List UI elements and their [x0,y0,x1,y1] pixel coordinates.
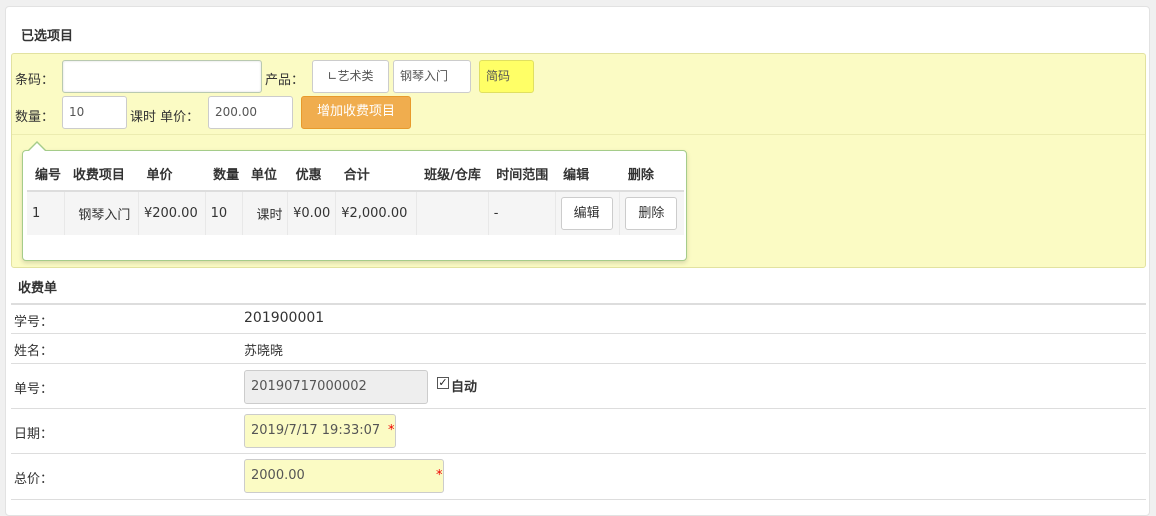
total-row: 总价： 2000.00 * [11,454,1146,500]
col-total: 合计 [335,157,417,192]
col-price: 单价 [138,157,206,192]
name-label: 姓名： [14,344,54,359]
cell-class [415,191,489,235]
col-unit: 单位 [242,157,288,192]
price-input[interactable]: 200.00 [208,96,293,129]
cell-price: ¥200.00 [137,191,206,235]
table-header-row: 编号 收费项目 单价 数量 单位 优惠 合计 班级/仓库 时间范围 编辑 删除 [27,157,684,192]
total-required-mark: * [436,468,443,483]
col-class: 班级/仓库 [416,157,489,192]
quantity-label: 数量： [15,110,55,125]
col-delete: 删除 [619,157,684,192]
col-item: 收费项目 [64,157,139,192]
product-category-select[interactable]: ∟艺术类 [312,60,389,93]
unit-price-label: 课时 单价： [130,110,200,125]
quantity-input[interactable]: 10 [62,96,127,129]
items-popup: 编号 收费项目 单价 数量 单位 优惠 合计 班级/仓库 时间范围 编辑 删除 [22,141,687,261]
cell-total: ¥2,000.00 [335,191,417,235]
add-fee-item-button[interactable]: 增加收费项目 [301,96,411,129]
name-value: 苏晓晓 [244,344,284,359]
date-input[interactable]: 2019/7/17 19:33:07 [244,414,396,448]
cell-edit: 编辑 [554,191,620,235]
delete-button[interactable]: 删除 [625,197,678,230]
auto-checkbox[interactable]: ✓ [437,377,449,389]
selected-items-title: 已选项目 [21,29,74,44]
date-required-mark: * [388,423,395,438]
student-no-value: 201900001 [244,310,325,326]
invoice-title: 收费单 [18,281,58,296]
date-label: 日期： [14,427,54,442]
cell-unit: 课时 [242,191,288,235]
order-no-input[interactable]: 20190717000002 [244,370,428,404]
short-code-input[interactable]: 简码 [479,60,534,93]
cell-qty: 10 [204,191,243,235]
col-edit: 编辑 [555,157,620,192]
name-row: 姓名： 苏晓晓 [11,334,1146,364]
order-no-label: 单号： [14,382,54,397]
date-row: 日期： 2019/7/17 19:33:07 * [11,409,1146,454]
col-no: 编号 [27,157,65,192]
auto-label: 自动 [451,380,478,395]
col-qty: 数量 [205,157,243,192]
cell-no: 1 [27,191,65,235]
student-no-row: 学号： 201900001 [11,305,1146,334]
col-range: 时间范围 [488,157,556,192]
cell-item: 钢琴入门 [64,191,139,235]
product-name-select[interactable]: 钢琴入门 [393,60,471,93]
main-panel: 已选项目 条码： 产品： ∟艺术类 钢琴入门 简码 数量： 10 课时 单价： … [5,6,1150,516]
edit-button[interactable]: 编辑 [560,197,613,230]
cell-range: - [487,191,556,235]
product-label: 产品： [265,73,305,88]
selected-items-box: 条码： 产品： ∟艺术类 钢琴入门 简码 数量： 10 课时 单价： 200.0… [11,53,1146,268]
barcode-label: 条码： [15,73,55,88]
order-no-row: 单号： 20190717000002 ✓ 自动 [11,364,1146,409]
table-row: 1 钢琴入门 ¥200.00 10 课时 ¥0.00 ¥2,000.00 - 编… [27,191,684,235]
student-no-label: 学号： [14,315,54,330]
barcode-input[interactable] [62,60,262,93]
total-label: 总价： [14,472,54,487]
total-input[interactable]: 2000.00 [244,459,444,493]
items-table: 编号 收费项目 单价 数量 单位 优惠 合计 班级/仓库 时间范围 编辑 删除 [27,157,684,235]
cell-discount: ¥0.00 [287,191,336,235]
cell-delete: 删除 [619,191,684,235]
divider [12,134,1145,135]
col-discount: 优惠 [287,157,336,192]
